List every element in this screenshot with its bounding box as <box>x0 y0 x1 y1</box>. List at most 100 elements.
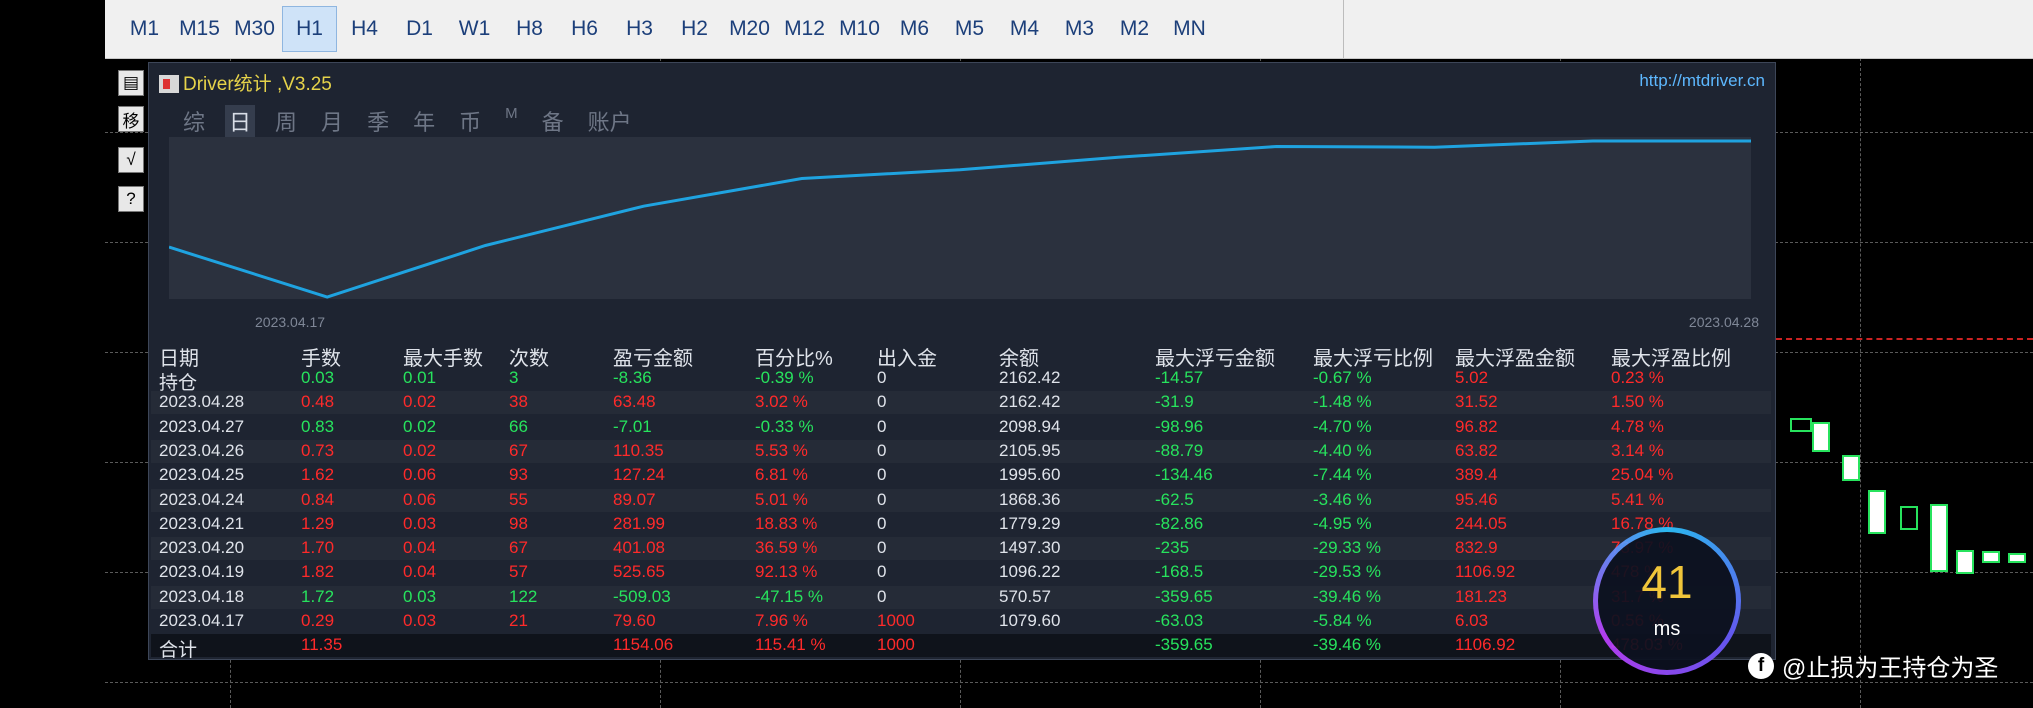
ping-unit: ms <box>1653 618 1681 640</box>
table-cell: 0 <box>877 440 887 460</box>
timeframe-m4-button[interactable]: M4 <box>997 6 1052 52</box>
candle <box>1868 490 1886 534</box>
help-icon[interactable]: ? <box>118 186 144 212</box>
candle <box>1842 455 1860 481</box>
list-icon[interactable]: ▤ <box>118 70 144 96</box>
table-cell: 1779.29 <box>999 513 1061 533</box>
move-icon[interactable]: 移 <box>118 106 144 132</box>
table-cell: -0.39 % <box>755 368 814 387</box>
candle <box>1790 418 1812 432</box>
table-cell: 1.50 % <box>1611 392 1664 412</box>
timeframe-m5-button[interactable]: M5 <box>942 6 997 52</box>
panel-tab[interactable]: 备 <box>538 105 568 137</box>
timeframe-m15-button[interactable]: M15 <box>172 6 227 52</box>
panel-tab[interactable]: 综 <box>179 105 209 137</box>
timeframe-m1-button[interactable]: M1 <box>117 6 172 52</box>
table-cell: 281.99 <box>613 513 665 533</box>
equity-curve-chart <box>169 137 1751 299</box>
table-cell: 0.29 <box>301 611 335 630</box>
table-cell: 63.48 <box>613 392 656 412</box>
table-cell: 67 <box>509 440 528 460</box>
table-cell: 1.70 <box>301 538 335 558</box>
table-header: 出入金 <box>877 348 937 370</box>
table-header: 最大浮盈金额 <box>1455 348 1575 370</box>
panel-tab[interactable]: 季 <box>363 105 393 137</box>
table-cell: 1079.60 <box>999 611 1061 630</box>
table-cell: -63.03 <box>1155 611 1204 630</box>
table-cell: -29.33 % <box>1313 538 1382 558</box>
table-cell: 0 <box>877 416 887 436</box>
timeframe-h3-button[interactable]: H3 <box>612 6 667 52</box>
table-cell: 0.01 <box>403 368 437 387</box>
timeframe-h6-button[interactable]: H6 <box>557 6 612 52</box>
table-cell: 95.46 <box>1455 489 1498 509</box>
table-cell: 2023.04.19 <box>159 562 245 582</box>
table-cell: 525.65 <box>613 562 665 582</box>
table-cell: -47.15 % <box>755 586 824 606</box>
panel-tab[interactable]: M <box>501 105 522 137</box>
table-cell: 36.59 % <box>755 538 818 558</box>
table-cell: 2023.04.21 <box>159 513 245 533</box>
table-cell: 0.04 <box>403 538 437 558</box>
table-cell: -509.03 <box>613 586 671 606</box>
table-header: 百分比% <box>755 348 833 370</box>
timeframe-d1-button[interactable]: D1 <box>392 6 447 52</box>
timeframe-m2-button[interactable]: M2 <box>1107 6 1162 52</box>
panel-tab[interactable]: 账户 <box>584 105 636 137</box>
table-cell: 1497.30 <box>999 538 1061 558</box>
table-cell: -235 <box>1155 538 1190 558</box>
table-cell: 0.02 <box>403 392 437 412</box>
table-cell: 2023.04.18 <box>159 586 245 606</box>
timeframe-w1-button[interactable]: W1 <box>447 6 502 52</box>
timeframe-m12-button[interactable]: M12 <box>777 6 832 52</box>
table-cell: 127.24 <box>613 465 665 485</box>
timeframe-h1-button[interactable]: H1 <box>282 6 337 52</box>
check-icon[interactable]: √ <box>118 147 144 173</box>
timeframe-m20-button[interactable]: M20 <box>722 6 777 52</box>
panel-tab[interactable]: 年 <box>409 105 439 137</box>
table-cell: 3.14 % <box>1611 440 1664 460</box>
table-cell: 67 <box>509 538 528 558</box>
panel-url-link[interactable]: http://mtdriver.cn <box>1639 71 1765 91</box>
table-cell: 0 <box>877 489 887 509</box>
table-cell: 89.07 <box>613 489 656 509</box>
timeframe-buttons: M1 M15 M30 H1 H4 D1 W1 H8 H6 H3 H2 M20 M12 M10 M6 M5 M4 M… <box>117 6 1217 52</box>
table-cell: 0 <box>877 513 887 533</box>
table-cell: 1000 <box>877 611 915 630</box>
table-header: 盈亏金额 <box>613 348 693 370</box>
table-row <box>151 585 1771 609</box>
table-cell: -0.33 % <box>755 416 814 436</box>
table-cell: 2023.04.24 <box>159 489 245 509</box>
timeframe-h4-button[interactable]: H4 <box>337 6 392 52</box>
panel-tab[interactable]: 月 <box>317 105 347 137</box>
table-row <box>151 634 1771 658</box>
table-header: 最大浮亏金额 <box>1155 348 1275 370</box>
table-cell: 1.29 <box>301 513 335 533</box>
timeframe-m30-button[interactable]: M30 <box>227 6 282 52</box>
timeframe-h2-button[interactable]: H2 <box>667 6 722 52</box>
timeframe-m10-button[interactable]: M10 <box>832 6 887 52</box>
timeframe-m3-button[interactable]: M3 <box>1052 6 1107 52</box>
table-cell: 0 <box>877 465 887 485</box>
table-cell: 合计 <box>159 640 198 662</box>
table-cell: 55 <box>509 489 528 509</box>
timeframe-mn-button[interactable]: MN <box>1162 6 1217 52</box>
panel-tab[interactable]: 周 <box>271 105 301 137</box>
timeframe-h8-button[interactable]: H8 <box>502 6 557 52</box>
table-cell: 3 <box>509 368 519 387</box>
timeframe-m6-button[interactable]: M6 <box>887 6 942 52</box>
table-cell: 0 <box>877 368 887 387</box>
table-cell: 6.03 <box>1455 611 1489 630</box>
table-cell: -39.46 % <box>1313 635 1382 655</box>
table-cell: 63.82 <box>1455 440 1498 460</box>
table-cell: 1868.36 <box>999 489 1061 509</box>
table-cell: 0.84 <box>301 489 335 509</box>
table-cell: 0.04 <box>403 562 437 582</box>
table-cell: -31.9 <box>1155 392 1194 412</box>
panel-tab[interactable]: 币 <box>455 105 485 137</box>
toolbar-divider <box>1343 0 1344 58</box>
panel-tab[interactable]: 日 <box>225 105 256 137</box>
driver-stats-panel[interactable]: Driver统计 ,V3.25 http://mtdriver.cn 综日周月季… <box>148 62 1776 662</box>
table-cell: 2162.42 <box>999 368 1061 387</box>
table-header: 手数 <box>301 348 341 370</box>
